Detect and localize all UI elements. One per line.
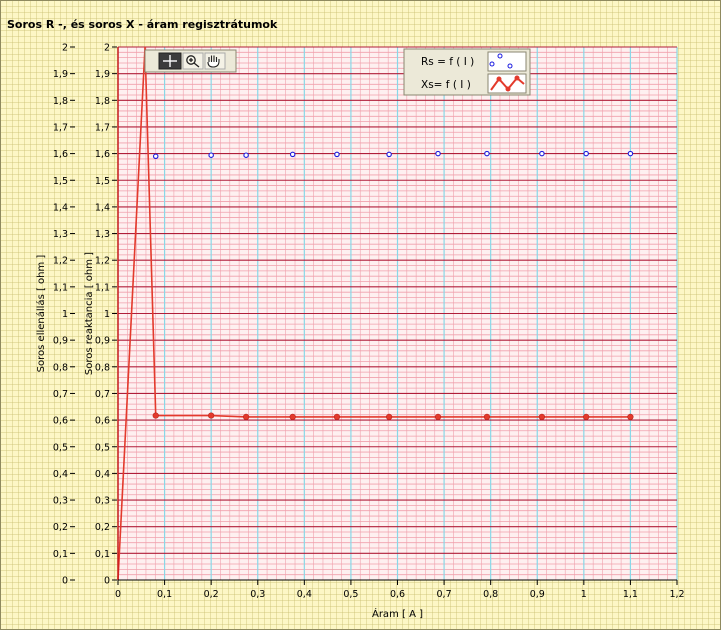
xs-data-point (289, 413, 296, 421)
right-y-tick-label: 0,2 (95, 522, 110, 533)
rs-data-point (435, 150, 441, 157)
rs-data-point (152, 153, 159, 160)
rs-data-point (627, 150, 634, 157)
left-y-tick-label: 1,9 (53, 69, 68, 80)
left-y-tick-label: 1,7 (53, 122, 68, 133)
left-y-tick-label: 0,1 (53, 549, 68, 560)
left-y-tick-label: 0,7 (53, 389, 68, 400)
x-tick-label: 0 (115, 589, 121, 600)
left-y-axis: 0 0,1 0,2 0,3 0,4 0,5 0,6 0,7 0,8 0,9 1 1,1 1,2 1,3 1,… (53, 43, 75, 587)
right-y-axis: 0 0,1 0,2 0,3 0,4 0,5 0,6 0,7 0,8 0,9 1 1,1 1,2 1,3 1,… (95, 43, 117, 587)
right-y-tick-label: 0,9 (95, 336, 110, 347)
left-y-tick-label: 1,2 (53, 256, 68, 267)
rs-data-point (243, 152, 249, 158)
xs-data-point (152, 412, 159, 419)
graph-palette-toolbar (144, 49, 237, 73)
right-y-tick-label: 0,6 (95, 416, 110, 427)
major-grid (117, 46, 678, 581)
xs-data-point (243, 413, 250, 421)
right-y-tick-label: 1,3 (95, 229, 110, 240)
right-y-tick-label: 1,8 (95, 96, 110, 107)
x-tick-label: 1 (581, 589, 587, 600)
rs-data-point (208, 152, 214, 158)
right-y-tick-label: 0 (104, 576, 110, 587)
x-axis-label: Áram [ A ] (372, 607, 423, 620)
x-axis: 0 0,1 0,2 0,3 0,4 0,5 0,6 0,7 0,8 0,9 1 1,1 1,2 (115, 579, 685, 600)
x-tick-label: 0,6 (390, 589, 405, 600)
rs-data-point (289, 151, 296, 158)
rs-data-point (583, 150, 589, 157)
xs-data-point (583, 413, 590, 421)
right-y-tick-label: 1,6 (95, 149, 110, 160)
right-y-tick-label: 2 (104, 43, 110, 54)
x-tick-label: 0,8 (483, 589, 498, 600)
x-tick-label: 0,9 (530, 589, 545, 600)
chart-canvas: 0 0,1 0,2 0,3 0,4 0,5 0,6 0,7 0,8 0,9 1 1,1 1,2 1,3 1,… (35, 43, 685, 621)
rs-data-point (334, 151, 340, 158)
right-y-tick-label: 1,1 (95, 282, 110, 293)
legend-label-xs: Xs= f ( I ) (421, 79, 471, 91)
left-y-tick-label: 0,4 (53, 469, 68, 480)
xs-data-point (386, 413, 393, 421)
right-y-axis-label: Soros reaktancia [ ohm ] (84, 252, 95, 375)
left-y-tick-label: 1 (62, 309, 68, 320)
pan-tool-button[interactable] (204, 52, 226, 70)
right-y-tick-label: 1,4 (95, 202, 110, 213)
xs-data-point (538, 413, 546, 421)
x-tick-label: 1,1 (623, 589, 638, 600)
right-y-tick-label: 1 (104, 309, 110, 320)
x-tick-label: 0,1 (157, 589, 172, 600)
right-y-tick-label: 1,9 (95, 69, 110, 80)
x-tick-label: 0,7 (437, 589, 452, 600)
right-y-tick-label: 0,7 (95, 389, 110, 400)
left-y-tick-label: 0,2 (53, 522, 68, 533)
right-y-tick-label: 0,3 (95, 496, 110, 507)
left-y-tick-label: 1,8 (53, 96, 68, 107)
left-y-tick-label: 0,6 (53, 416, 68, 427)
cursor-tool-button[interactable] (158, 52, 182, 70)
right-y-tick-label: 0,8 (95, 362, 110, 373)
right-y-tick-label: 1,7 (95, 122, 110, 133)
rs-data-point (539, 150, 545, 157)
right-y-tick-label: 0,1 (95, 549, 110, 560)
right-y-tick-label: 0,4 (95, 469, 110, 480)
right-y-tick-label: 0,5 (95, 442, 110, 453)
zoom-tool-button[interactable] (182, 52, 204, 70)
xs-data-point (333, 413, 341, 421)
right-y-tick-label: 1,2 (95, 256, 110, 267)
left-y-tick-label: 0,8 (53, 362, 68, 373)
left-y-tick-label: 1,6 (53, 149, 68, 160)
xs-data-point (208, 412, 215, 419)
x-tick-label: 0,4 (297, 589, 312, 600)
plot-legend: Rs = f ( I ) Xs= f ( I ) (403, 48, 531, 96)
left-y-axis-label: Soros ellenállás [ ohm ] (35, 255, 47, 373)
left-y-tick-label: 1,3 (53, 229, 68, 240)
left-y-tick-label: 0 (62, 576, 68, 587)
xs-data-point (627, 413, 634, 421)
xs-data-point (483, 413, 491, 421)
x-tick-label: 1,2 (669, 589, 684, 600)
left-y-tick-label: 1,4 (53, 202, 68, 213)
left-y-tick-label: 0,5 (53, 442, 68, 453)
right-y-tick-label: 1,5 (95, 176, 110, 187)
left-y-tick-label: 2 (62, 43, 68, 54)
legend-label-rs: Rs = f ( I ) (421, 56, 474, 68)
xs-data-point (434, 413, 442, 421)
x-tick-label: 0,2 (204, 589, 219, 600)
left-y-tick-label: 0,9 (53, 336, 68, 347)
left-y-tick-label: 1,5 (53, 176, 68, 187)
left-y-tick-label: 1,1 (53, 282, 68, 293)
left-y-tick-label: 0,3 (53, 496, 68, 507)
rs-data-point (386, 151, 392, 158)
x-tick-label: 0,5 (343, 589, 358, 600)
rs-data-point (484, 150, 490, 157)
x-tick-label: 0,3 (250, 589, 265, 600)
